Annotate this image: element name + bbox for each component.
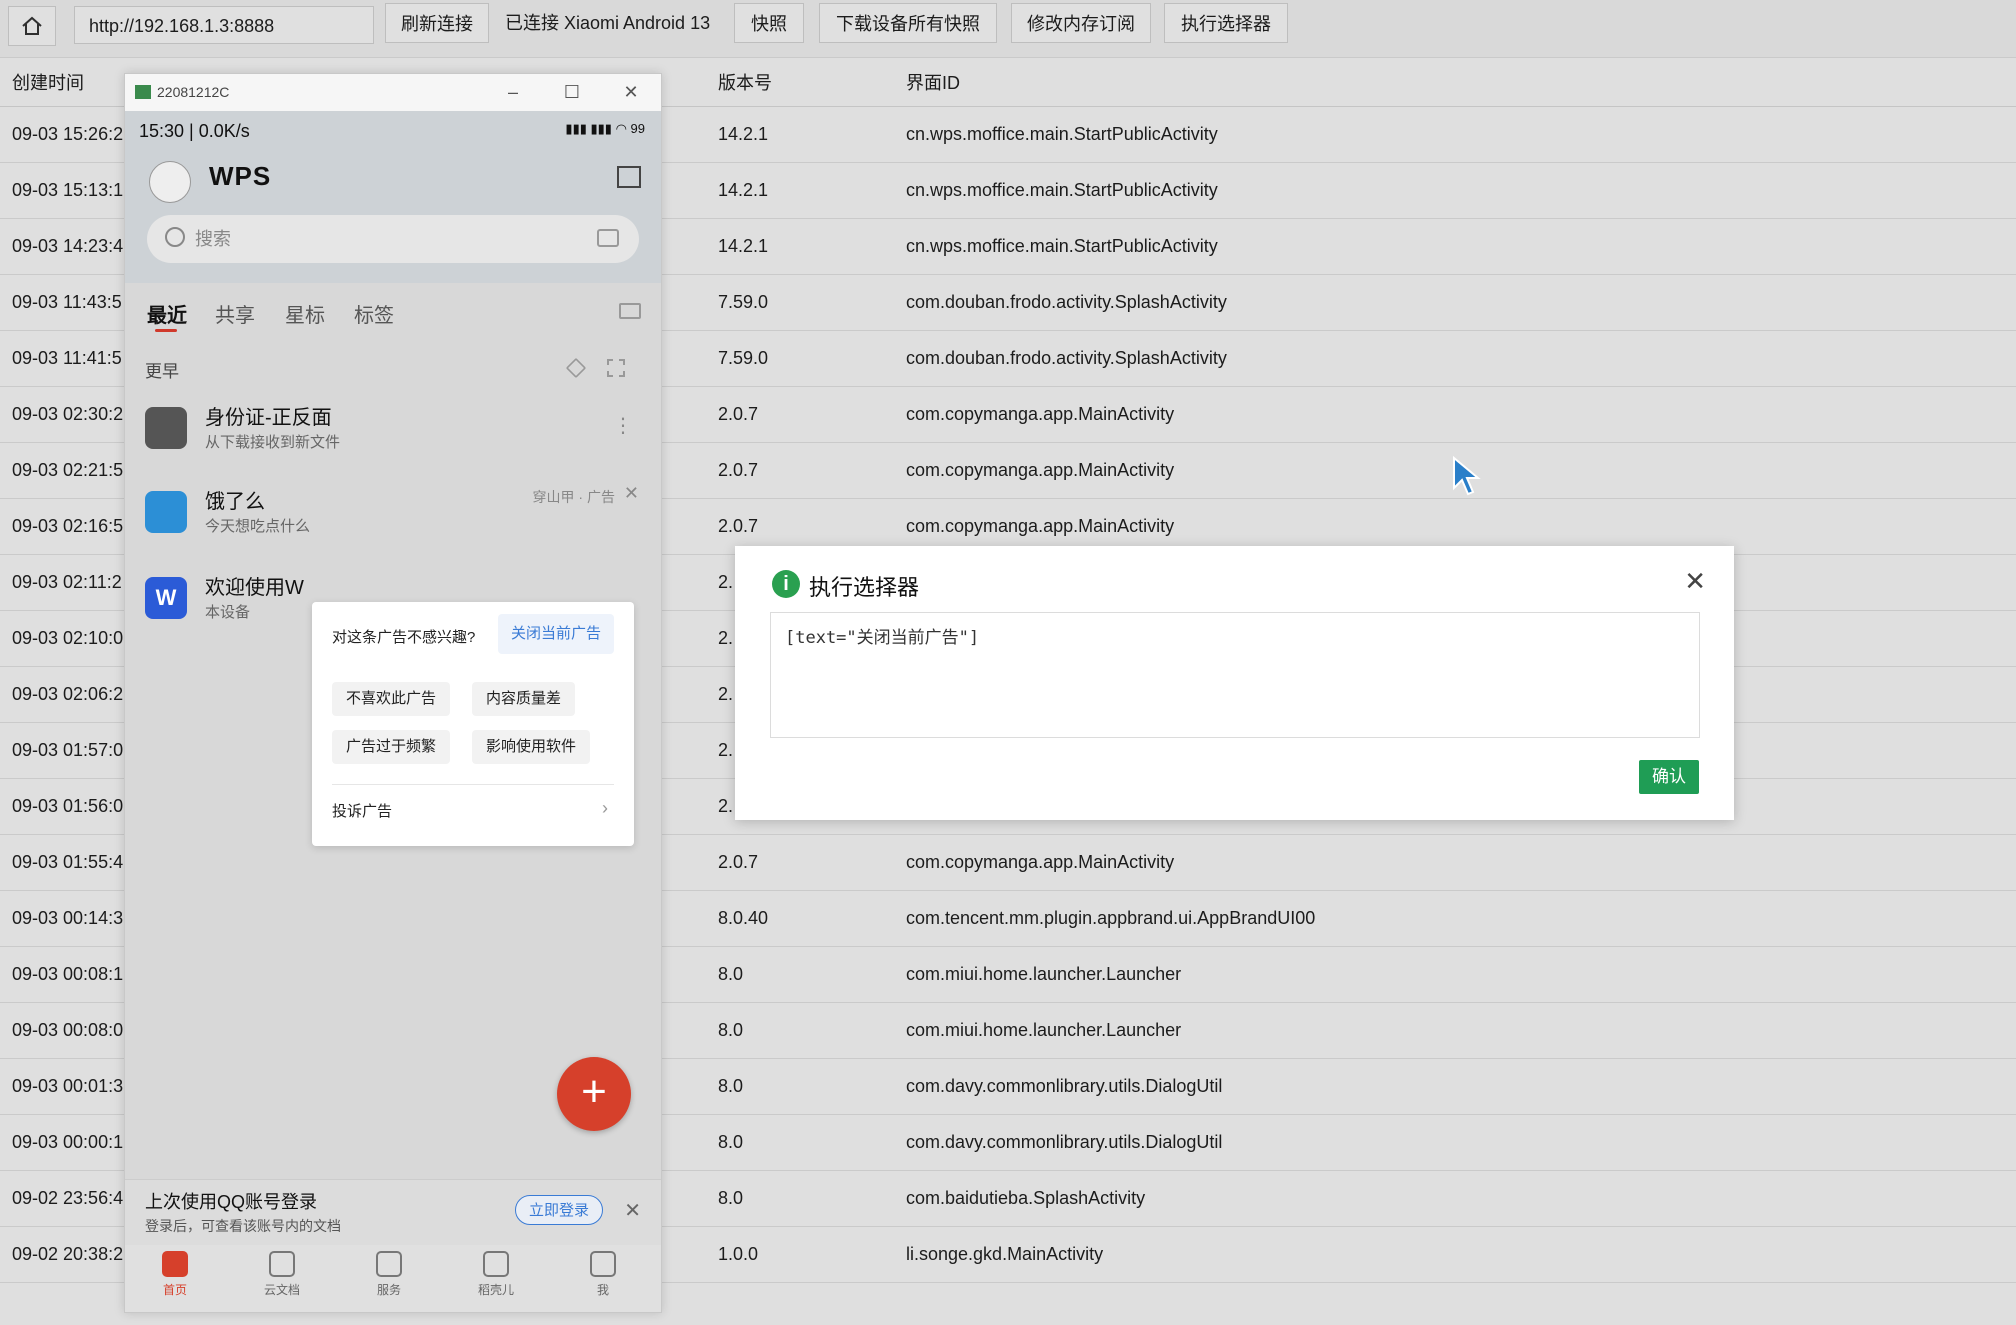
file-subtitle: 本设备 [205,604,251,621]
status-icons: ▮▮▮ ▮▮▮ ◠ 99 [565,121,645,136]
ad-tag: 穿山甲 · 广告 [532,489,615,505]
search-input[interactable]: 搜索 [195,215,231,263]
nav-cloud-docs[interactable]: 云文档 [232,1251,332,1298]
dialog-title: 执行选择器 [809,575,920,600]
close-icon[interactable]: ✕ [1684,566,1706,597]
banner-subtitle: 登录后，可查看该账号内的文档 [145,1218,341,1234]
tab-tags[interactable]: 标签 [354,299,394,328]
grid-view-icon[interactable] [607,359,625,377]
more-icon[interactable]: ⋮ [613,413,633,438]
ad-subtitle: 今天想吃点什么 [205,518,311,535]
confirm-button[interactable]: 确认 [1639,760,1699,794]
grid-icon [376,1251,402,1277]
ad-feedback-popup: 对这条广告不感兴趣? 关闭当前广告 不喜欢此广告 内容质量差 广告过于频繁 影响… [312,602,634,846]
option-affects-usage[interactable]: 影响使用软件 [472,730,591,764]
login-banner: 上次使用QQ账号登录 登录后，可查看该账号内的文档 立即登录 ✕ [125,1179,661,1246]
app-header: 15:30 | 0.0K/s ▮▮▮ ▮▮▮ ◠ 99 WPS 搜索 [125,111,661,283]
filter-icon[interactable] [565,357,587,379]
battery-level: 99 [630,121,645,136]
close-ad-icon[interactable]: ✕ [624,483,639,504]
tab-shared[interactable]: 共享 [215,299,255,328]
tab-recent[interactable]: 最近 [147,299,187,328]
home-icon [162,1251,188,1277]
bottom-nav: 首页 云文档 服务 稻壳儿 我 [125,1245,661,1312]
ad-name: 饿了么 [205,491,265,513]
ad-feedback-question: 对这条广告不感兴趣? [332,629,476,646]
report-ad[interactable]: 投诉广告 [332,800,392,821]
app-logo: WPS [209,161,272,191]
close-banner-icon[interactable]: ✕ [624,1198,641,1223]
scan-icon[interactable] [597,229,619,247]
mouse-cursor-icon [1453,456,1481,496]
search-bar[interactable]: 搜索 [147,215,639,263]
file-icon [145,407,187,449]
login-now-button[interactable]: 立即登录 [515,1195,603,1225]
file-tabs: 最近 共享 星标 标签 [125,283,661,343]
nav-me[interactable]: 我 [553,1251,653,1298]
selector-input[interactable]: [text="关闭当前广告"] [770,612,1700,738]
eleme-icon [145,491,187,533]
file-subtitle: 从下载接收到新文件 [205,434,341,451]
nav-docer[interactable]: 稻壳儿 [446,1251,546,1298]
status-time: 15:30 | 0.0K/s [139,121,250,141]
execute-selector-dialog: i 执行选择器 ✕ [text="关闭当前广告"] 确认 [735,546,1734,820]
document-icon [269,1251,295,1277]
device-window-title: 22081212C [157,84,230,100]
info-icon: i [772,570,800,598]
banner-title: 上次使用QQ账号登录 [145,1192,318,1212]
maximize-icon[interactable]: ☐ [552,74,592,111]
search-icon [165,227,185,247]
leaf-icon [483,1251,509,1277]
nav-home[interactable]: 首页 [125,1251,225,1298]
nav-services[interactable]: 服务 [339,1251,439,1298]
divider [332,784,614,785]
minimize-icon[interactable]: – [493,74,533,111]
close-current-ad-button[interactable]: 关闭当前广告 [498,614,614,654]
option-low-quality[interactable]: 内容质量差 [472,682,576,716]
option-too-frequent[interactable]: 广告过于频繁 [332,730,451,764]
word-icon: W [145,577,187,619]
file-name: 身份证-正反面 [205,407,332,429]
add-button[interactable]: + [557,1057,631,1131]
ad-item[interactable]: 饿了么 今天想吃点什么 穿山甲 · 广告 ✕ [125,477,661,557]
app-icon [135,85,151,99]
close-icon[interactable]: ✕ [611,74,651,111]
chevron-right-icon: › [602,798,608,818]
avatar[interactable] [149,161,191,203]
option-dislike[interactable]: 不喜欢此广告 [332,682,451,716]
folder-icon[interactable] [619,303,641,319]
file-name: 欢迎使用W [205,577,304,599]
panel-icon[interactable] [617,166,641,188]
device-window-titlebar[interactable]: 22081212C – ☐ ✕ [125,74,661,111]
device-window[interactable]: 22081212C – ☐ ✕ 15:30 | 0.0K/s ▮▮▮ ▮▮▮ ◠… [124,73,662,1313]
tab-starred[interactable]: 星标 [285,299,325,328]
user-icon [590,1251,616,1277]
list-item[interactable]: 身份证-正反面 从下载接收到新文件 ⋮ [125,393,661,473]
section-label: 更早 [145,362,179,381]
device-screen[interactable]: 15:30 | 0.0K/s ▮▮▮ ▮▮▮ ◠ 99 WPS 搜索 最近 共享… [125,111,661,1312]
tab-underline [155,329,177,332]
